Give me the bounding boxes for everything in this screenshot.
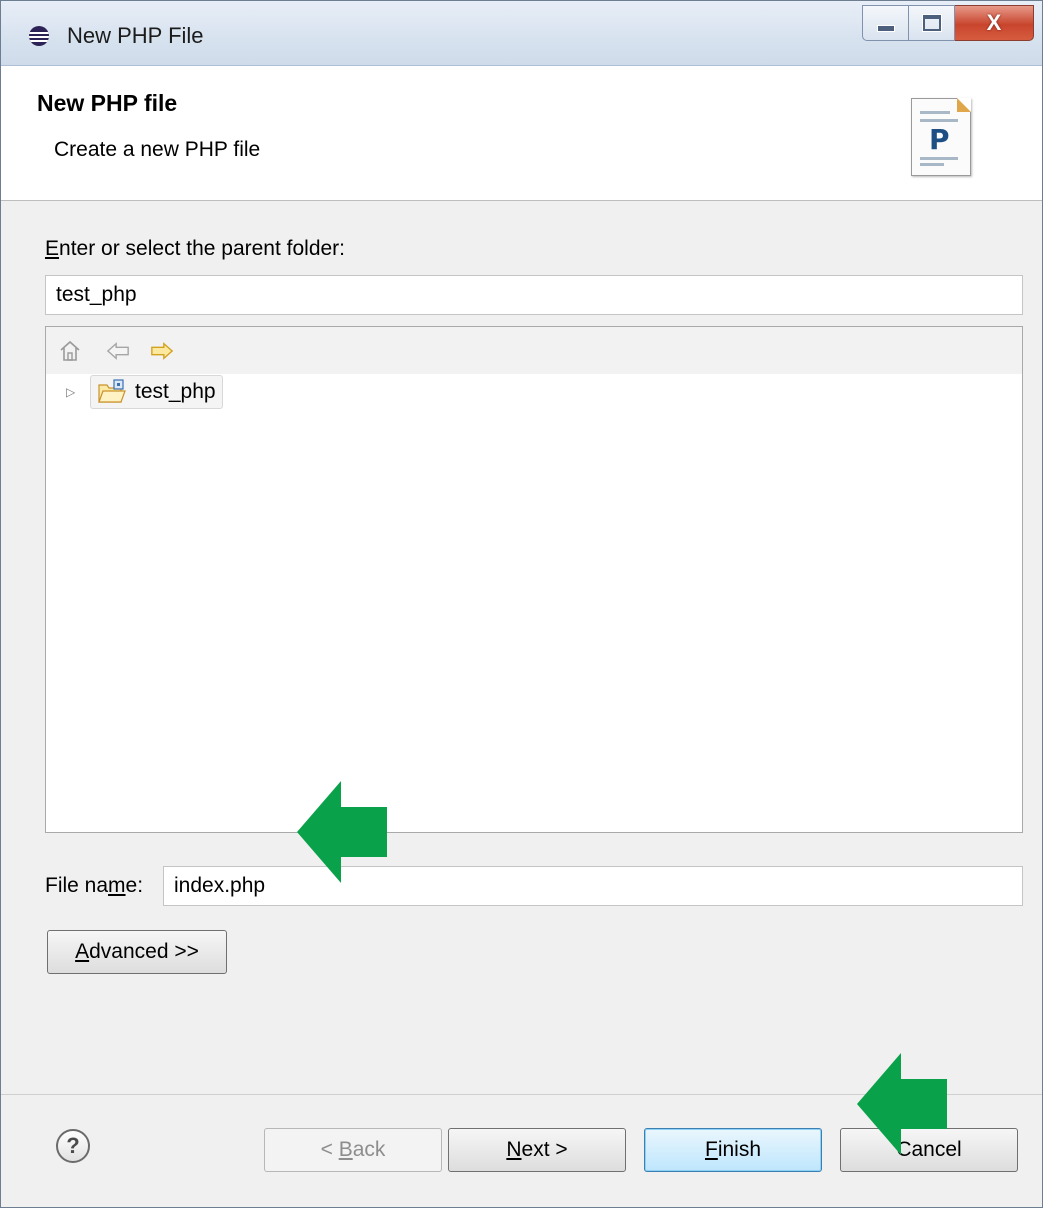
tree-row[interactable]: ▷ test_php xyxy=(66,374,223,410)
expand-arrow-icon[interactable]: ▷ xyxy=(66,385,78,399)
php-file-icon: P xyxy=(911,98,971,176)
maximize-button[interactable] xyxy=(909,5,955,41)
page-title: New PHP file xyxy=(37,90,178,116)
wizard-header: New PHP file Create a new PHP file P xyxy=(1,66,1042,201)
tree-item-label: test_php xyxy=(135,380,216,403)
project-folder-icon xyxy=(98,379,126,403)
next-button[interactable]: Next > xyxy=(448,1128,626,1172)
file-name-input[interactable] xyxy=(163,866,1023,906)
window-controls: X xyxy=(862,5,1034,41)
tree-item-test-php[interactable]: test_php xyxy=(90,375,223,409)
minimize-icon xyxy=(876,24,895,32)
back-button[interactable]: < Back xyxy=(264,1128,442,1172)
back-arrow-icon[interactable] xyxy=(106,339,130,363)
finish-button[interactable]: Finish xyxy=(644,1128,822,1172)
dialog-window: New PHP File X New PHP file Create a new… xyxy=(0,0,1043,1208)
tree-toolbar xyxy=(46,327,1022,374)
title-bar[interactable]: New PHP File X xyxy=(1,1,1042,66)
parent-folder-label: Enter or select the parent folder: xyxy=(45,237,346,260)
parent-folder-input[interactable] xyxy=(45,275,1023,315)
eclipse-icon xyxy=(29,26,49,46)
php-letter: P xyxy=(929,123,950,156)
annotation-arrow-icon xyxy=(857,1053,947,1155)
close-icon: X xyxy=(986,10,1002,35)
file-name-label: File name: xyxy=(45,874,144,897)
page-description: Create a new PHP file xyxy=(54,138,261,161)
close-button[interactable]: X xyxy=(955,5,1034,41)
maximize-icon xyxy=(922,15,941,31)
advanced-button[interactable]: Advanced >> xyxy=(47,930,227,974)
window-title: New PHP File xyxy=(67,23,204,48)
folder-tree[interactable]: ▷ test_php xyxy=(45,326,1023,833)
minimize-button[interactable] xyxy=(862,5,909,41)
home-icon[interactable] xyxy=(58,339,82,363)
annotation-arrow-icon xyxy=(297,781,387,883)
forward-arrow-icon[interactable] xyxy=(150,339,174,363)
help-icon[interactable]: ? xyxy=(56,1129,90,1163)
